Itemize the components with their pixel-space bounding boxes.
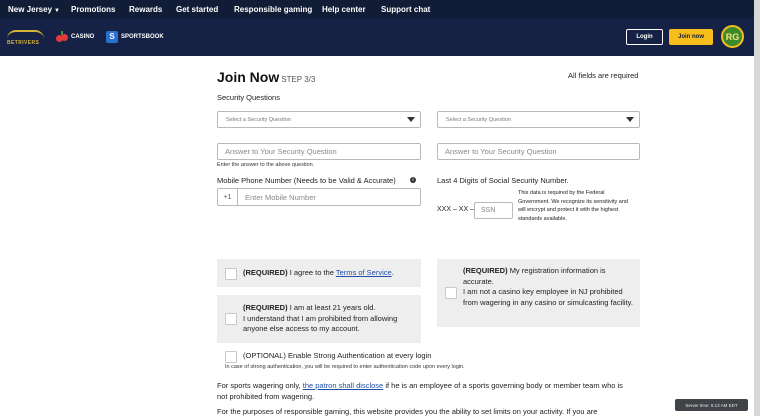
- input-placeholder: Enter Mobile Number: [245, 192, 316, 202]
- country-code: +1: [218, 189, 238, 205]
- required-tag: (REQUIRED): [243, 303, 288, 312]
- sportsbook-label: SPORTSBOOK: [121, 34, 164, 40]
- betrivers-logo[interactable]: BETRIVERS: [7, 30, 44, 46]
- terms-end: .: [391, 268, 394, 277]
- security-answer-2-input[interactable]: Answer to Your Security Question: [437, 143, 640, 160]
- logo-arch-icon: [7, 30, 44, 39]
- server-time-badge: Server time: 5:13 AM EDT: [675, 399, 748, 411]
- sports-intro: For sports wagering only,: [217, 381, 301, 390]
- security-questions-heading: Security Questions: [217, 93, 280, 102]
- phone-label: Mobile Phone Number (Needs to be Valid &…: [217, 176, 396, 185]
- nav-support-chat[interactable]: Support chat: [381, 5, 430, 14]
- nav-help-center[interactable]: Help center: [322, 5, 366, 14]
- ssn-note: This data is required by the Federal Gov…: [518, 190, 628, 222]
- required-tag: (REQUIRED): [463, 266, 508, 275]
- phone-input[interactable]: Enter Mobile Number: [238, 189, 420, 205]
- terms-consent-text: (REQUIRED) I agree to the Terms of Servi…: [243, 268, 418, 279]
- terms-text: I agree to the: [289, 268, 334, 277]
- strong-auth-note: In case of strong authentication, you wi…: [225, 364, 465, 370]
- all-required-note: All fields are required: [568, 71, 639, 80]
- security-question-1-select[interactable]: Select a Security Question: [217, 111, 421, 128]
- select-placeholder: Select a Security Question: [226, 116, 291, 123]
- nav-responsible-gaming[interactable]: Responsible gaming: [234, 5, 312, 14]
- page-title: Join Now STEP 3/3: [217, 69, 315, 85]
- age-consent-panel: (REQUIRED) I am at least 21 years old. I…: [217, 295, 421, 343]
- input-placeholder: Answer to Your Security Question: [445, 147, 557, 156]
- nav-rewards[interactable]: Rewards: [129, 5, 162, 14]
- ssn-input[interactable]: SSN: [474, 202, 513, 219]
- title-text: Join Now: [217, 69, 280, 85]
- input-placeholder: Answer to Your Security Question: [225, 147, 337, 156]
- terms-checkbox[interactable]: [225, 268, 237, 280]
- accuracy-consent-panel: (REQUIRED) My registration information i…: [437, 259, 640, 327]
- ssn-label: Last 4 Digits of Social Security Number.: [437, 176, 569, 185]
- strong-auth-label: (OPTIONAL) Enable Strong Authentication …: [243, 351, 432, 360]
- accuracy-consent-text: (REQUIRED) My registration information i…: [463, 266, 635, 308]
- casino-label: CASINO: [71, 34, 95, 40]
- answer-hint: Enter the answer to the above question.: [217, 162, 315, 168]
- patron-disclose-link[interactable]: the patron shall disclose: [303, 381, 383, 390]
- join-now-button[interactable]: Join now: [669, 29, 713, 45]
- logo-text: BETRIVERS: [7, 40, 40, 46]
- sports-line2: not prohibited from wagering.: [217, 392, 315, 401]
- age-consent-text: (REQUIRED) I am at least 21 years old. I…: [243, 303, 418, 335]
- accuracy-line1: My registration information is: [509, 266, 606, 275]
- input-placeholder: SSN: [481, 207, 496, 214]
- accuracy-line2: accurate.: [463, 276, 494, 286]
- sportsbook-link[interactable]: S SPORTSBOOK: [106, 31, 164, 43]
- sportsbook-icon: S: [106, 31, 118, 43]
- sports-rest: if he is an employee of a sports governi…: [385, 381, 623, 390]
- security-answer-1-input[interactable]: Answer to Your Security Question: [217, 143, 421, 160]
- chevron-down-icon: ▼: [54, 8, 60, 14]
- nav-get-started[interactable]: Get started: [176, 5, 218, 14]
- casino-link[interactable]: CASINO: [56, 31, 94, 43]
- state-selector[interactable]: New Jersey ▼: [8, 5, 60, 14]
- login-button[interactable]: Login: [626, 29, 663, 45]
- sports-disclosure-text: For sports wagering only, the patron sha…: [217, 380, 637, 402]
- step-indicator: STEP 3/3: [281, 75, 316, 84]
- info-icon[interactable]: i: [410, 177, 416, 183]
- state-selector-label: New Jersey: [8, 5, 53, 14]
- strong-auth-checkbox[interactable]: [225, 351, 237, 363]
- terms-consent-panel: (REQUIRED) I agree to the Terms of Servi…: [217, 259, 421, 287]
- security-question-2-select[interactable]: Select a Security Question: [437, 111, 640, 128]
- scrollbar[interactable]: [754, 0, 760, 416]
- age-checkbox[interactable]: [225, 313, 237, 325]
- select-placeholder: Select a Security Question: [446, 116, 511, 123]
- required-tag: (REQUIRED): [243, 268, 288, 277]
- cherries-icon: [56, 31, 68, 43]
- caret-down-icon: [407, 117, 415, 122]
- phone-field[interactable]: +1 Enter Mobile Number: [217, 188, 421, 206]
- age-rest: I understand that I am prohibited from a…: [243, 313, 398, 334]
- accuracy-checkbox[interactable]: [445, 287, 457, 299]
- top-nav: New Jersey ▼ Promotions Rewards Get start…: [0, 0, 760, 18]
- terms-of-service-link[interactable]: Terms of Service: [336, 268, 392, 277]
- age-line1: I am at least 21 years old.: [289, 303, 376, 312]
- caret-down-icon: [626, 117, 634, 122]
- responsible-gaming-text: For the purposes of responsible gaming, …: [217, 407, 598, 416]
- nav-promotions[interactable]: Promotions: [71, 5, 115, 14]
- ssn-mask-prefix: XXX – XX –: [437, 206, 474, 213]
- accuracy-rest: I am not a casino key employee in NJ pro…: [463, 287, 633, 307]
- responsible-gaming-badge[interactable]: RG: [721, 25, 744, 48]
